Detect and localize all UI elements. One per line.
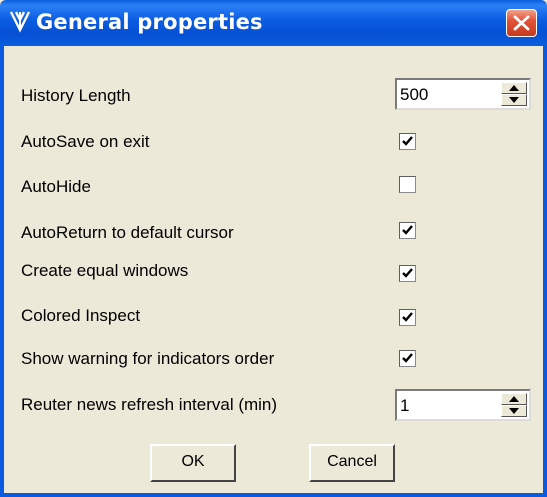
reuter-refresh-spin-arrows[interactable]	[501, 393, 527, 417]
general-properties-dialog: General properties History Length 500 Au…	[0, 0, 547, 497]
checkmark-icon	[402, 136, 413, 146]
window-title: General properties	[36, 10, 263, 34]
checkmark-icon	[402, 225, 413, 235]
reuter-refresh-label: Reuter news refresh interval (min)	[21, 395, 278, 414]
history-length-down-button[interactable]	[501, 94, 527, 106]
colored-inspect-label: Colored Inspect	[21, 306, 141, 325]
autosave-label: AutoSave on exit	[21, 132, 150, 151]
ok-button[interactable]: OK	[150, 444, 236, 482]
history-length-spin-arrows[interactable]	[501, 82, 527, 106]
spin-up-icon	[509, 85, 519, 91]
equal-windows-checkbox[interactable]	[399, 265, 416, 282]
reuter-refresh-down-button[interactable]	[501, 405, 527, 417]
cancel-button[interactable]: Cancel	[309, 444, 395, 482]
autohide-checkbox[interactable]	[399, 176, 416, 193]
colored-inspect-checkbox[interactable]	[399, 309, 416, 326]
tv-signal-icon	[9, 10, 31, 34]
history-length-spinner[interactable]: 500	[395, 78, 531, 110]
history-length-up-button[interactable]	[501, 82, 527, 94]
reuter-refresh-spinner[interactable]: 1	[395, 389, 531, 421]
reuter-refresh-up-button[interactable]	[501, 393, 527, 405]
close-button[interactable]	[506, 9, 537, 37]
reuter-refresh-value[interactable]: 1	[400, 395, 409, 417]
spin-down-icon	[509, 408, 519, 414]
checkmark-icon	[402, 312, 413, 322]
autosave-checkbox[interactable]	[399, 133, 416, 150]
checkmark-icon	[402, 268, 413, 278]
autohide-label: AutoHide	[21, 177, 91, 196]
window-frame-right	[543, 46, 547, 497]
equal-windows-label: Create equal windows	[21, 261, 189, 280]
indicator-warning-checkbox[interactable]	[399, 350, 416, 367]
history-length-value[interactable]: 500	[400, 84, 428, 106]
spin-down-icon	[509, 97, 519, 103]
spin-up-icon	[509, 396, 519, 402]
history-length-label: History Length	[21, 86, 131, 105]
window-frame-bottom	[0, 493, 547, 497]
autoreturn-label: AutoReturn to default cursor	[21, 223, 234, 242]
title-bar[interactable]: General properties	[0, 0, 547, 46]
indicator-warning-label: Show warning for indicators order	[21, 349, 275, 368]
checkmark-icon	[402, 353, 413, 363]
autoreturn-checkbox[interactable]	[399, 222, 416, 239]
